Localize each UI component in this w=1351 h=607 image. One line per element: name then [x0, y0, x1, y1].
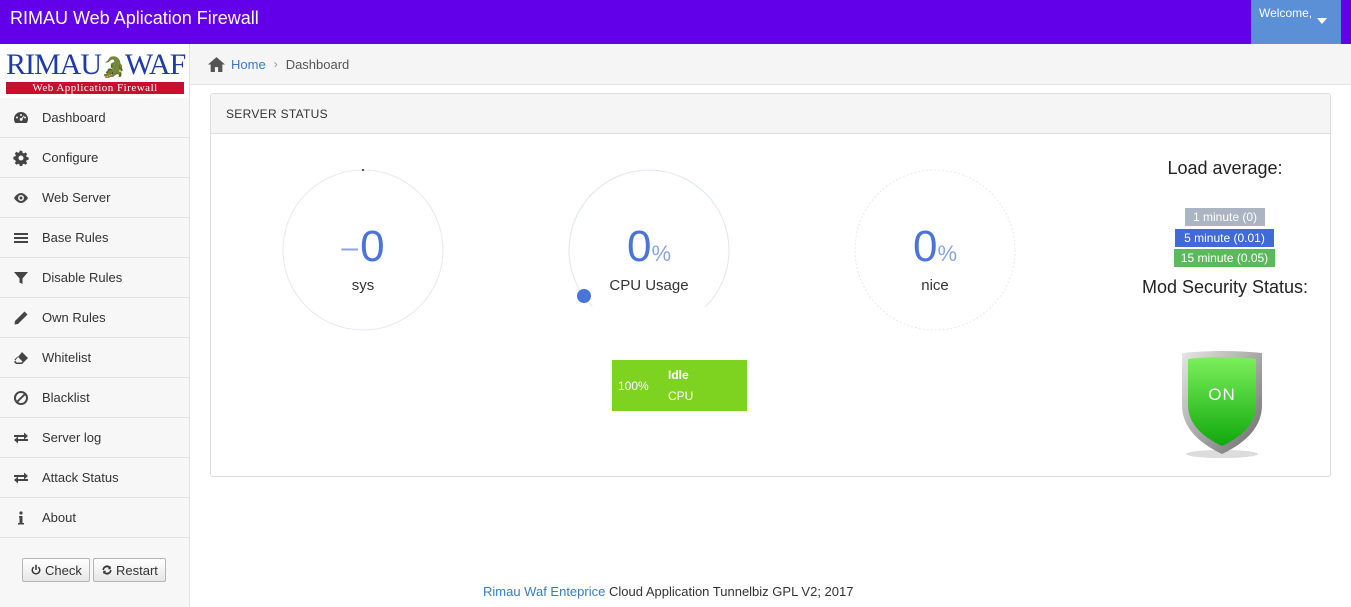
sidebar-item-label: Web Server — [42, 190, 111, 205]
eye-icon — [0, 190, 42, 206]
restart-button-label: Restart — [116, 562, 158, 578]
sidebar-item-own-rules[interactable]: Own Rules — [0, 298, 189, 338]
sidebar-item-base-rules[interactable]: Base Rules — [0, 218, 189, 258]
logo-main-left: RIMAU — [6, 48, 102, 81]
sidebar-item-label: About — [42, 510, 76, 525]
app-title: RIMAU Web Aplication Firewall — [10, 8, 259, 28]
dashboard-icon — [0, 110, 42, 126]
load-average-title: Load average: — [1167, 158, 1283, 178]
footer-text: Cloud Application Tunnelbiz GPL V2; 2017 — [605, 584, 854, 599]
breadcrumb-home-link[interactable]: Home — [231, 57, 266, 72]
mod-security-status: ON — [1208, 385, 1236, 404]
shield-icon — [1182, 351, 1262, 458]
sidebar-item-label: Dashboard — [42, 110, 106, 125]
logo-subtitle: Web Application Firewall — [6, 82, 184, 94]
sidebar-item-about[interactable]: About — [0, 498, 189, 538]
exchange-icon — [0, 430, 42, 446]
restart-button[interactable]: Restart — [93, 558, 166, 582]
sidebar-item-server-log[interactable]: Server log — [0, 418, 189, 458]
refresh-icon — [102, 565, 112, 575]
breadcrumb-current: Dashboard — [285, 56, 350, 72]
cpu-usage-label: CPU Usage — [609, 277, 689, 294]
check-button-label: Check — [45, 562, 82, 578]
breadcrumb: Home › Dashboard — [190, 44, 1351, 85]
sidebar-item-blacklist[interactable]: Blacklist — [0, 378, 189, 418]
mod-security-title: Mod Security Status: — [1141, 277, 1309, 297]
server-status-panel: SERVER STATUS –0 sys 0% CPU Usage 0% nic… — [210, 93, 1331, 477]
sys-gauge: –0 sys — [282, 169, 444, 331]
sidebar: RIMAU🐊WAF Web Application Firewall Dashb… — [0, 44, 190, 607]
check-button[interactable]: Check — [22, 558, 90, 582]
top-bar: RIMAU Web Aplication Firewall Welcome, — [0, 0, 1351, 44]
idle-subtitle: CPU — [668, 389, 694, 403]
ban-icon — [0, 390, 42, 406]
nice-gauge-label: nice — [921, 277, 949, 294]
sidebar-actions: Check Restart — [0, 544, 189, 607]
power-icon — [31, 564, 41, 575]
footer: Rimau Waf Enteprice Cloud Application Tu… — [483, 584, 853, 599]
exchange-icon — [0, 470, 42, 486]
sidebar-item-label: Blacklist — [42, 390, 90, 405]
load-badge-1min: 1 minute (0) — [1185, 208, 1265, 226]
footer-brand-link[interactable]: Rimau Waf Enteprice — [483, 584, 605, 599]
sys-gauge-label: sys — [351, 277, 375, 294]
sidebar-item-label: Own Rules — [42, 310, 106, 325]
breadcrumb-separator-icon: › — [273, 57, 278, 71]
logo[interactable]: RIMAU🐊WAF Web Application Firewall — [0, 44, 189, 98]
sidebar-item-attack-status[interactable]: Attack Status — [0, 458, 189, 498]
sidebar-item-label: Configure — [42, 150, 99, 165]
eraser-icon — [0, 350, 42, 366]
user-menu-button[interactable]: Welcome, — [1251, 0, 1341, 44]
nice-gauge: 0% nice — [854, 169, 1016, 331]
info-icon — [0, 510, 42, 526]
sidebar-item-disable-rules[interactable]: Disable Rules — [0, 258, 189, 298]
sidebar-item-label: Attack Status — [42, 470, 119, 485]
idle-percent: 100% — [618, 379, 649, 393]
sidebar-item-configure[interactable]: Configure — [0, 138, 189, 178]
nice-gauge-value: 0% — [912, 222, 958, 271]
idle-cpu-tile: 100% Idle CPU — [612, 360, 747, 411]
cpu-usage-value: 0% — [626, 222, 672, 271]
idle-title: Idle — [668, 368, 689, 382]
load-badge-15min: 15 minute (0.05) — [1174, 249, 1275, 267]
pencil-icon — [0, 310, 42, 326]
cpu-usage-gauge: 0% CPU Usage — [568, 169, 730, 331]
logo-main: RIMAU🐊WAF — [6, 48, 186, 81]
user-menu-label: Welcome, — [1259, 6, 1313, 20]
panel-title: SERVER STATUS — [211, 94, 1330, 134]
bars-icon — [0, 230, 42, 246]
sidebar-item-dashboard[interactable]: Dashboard — [0, 98, 189, 138]
caret-down-icon — [1317, 18, 1327, 24]
sys-gauge-value: –0 — [341, 222, 385, 271]
logo-main-right: WAF — [124, 48, 186, 81]
gear-icon — [0, 149, 42, 166]
sidebar-item-whitelist[interactable]: Whitelist — [0, 338, 189, 378]
sidebar-nav: Dashboard Configure Web Server Base Rule… — [0, 98, 189, 538]
sidebar-item-label: Server log — [42, 430, 102, 445]
sidebar-item-label: Whitelist — [42, 350, 92, 365]
sidebar-item-web-server[interactable]: Web Server — [0, 178, 189, 218]
home-icon — [208, 56, 225, 72]
sidebar-item-label: Base Rules — [42, 230, 109, 245]
filter-icon — [0, 270, 42, 286]
sidebar-item-label: Disable Rules — [42, 270, 123, 285]
load-badge-5min: 5 minute (0.01) — [1175, 229, 1274, 247]
